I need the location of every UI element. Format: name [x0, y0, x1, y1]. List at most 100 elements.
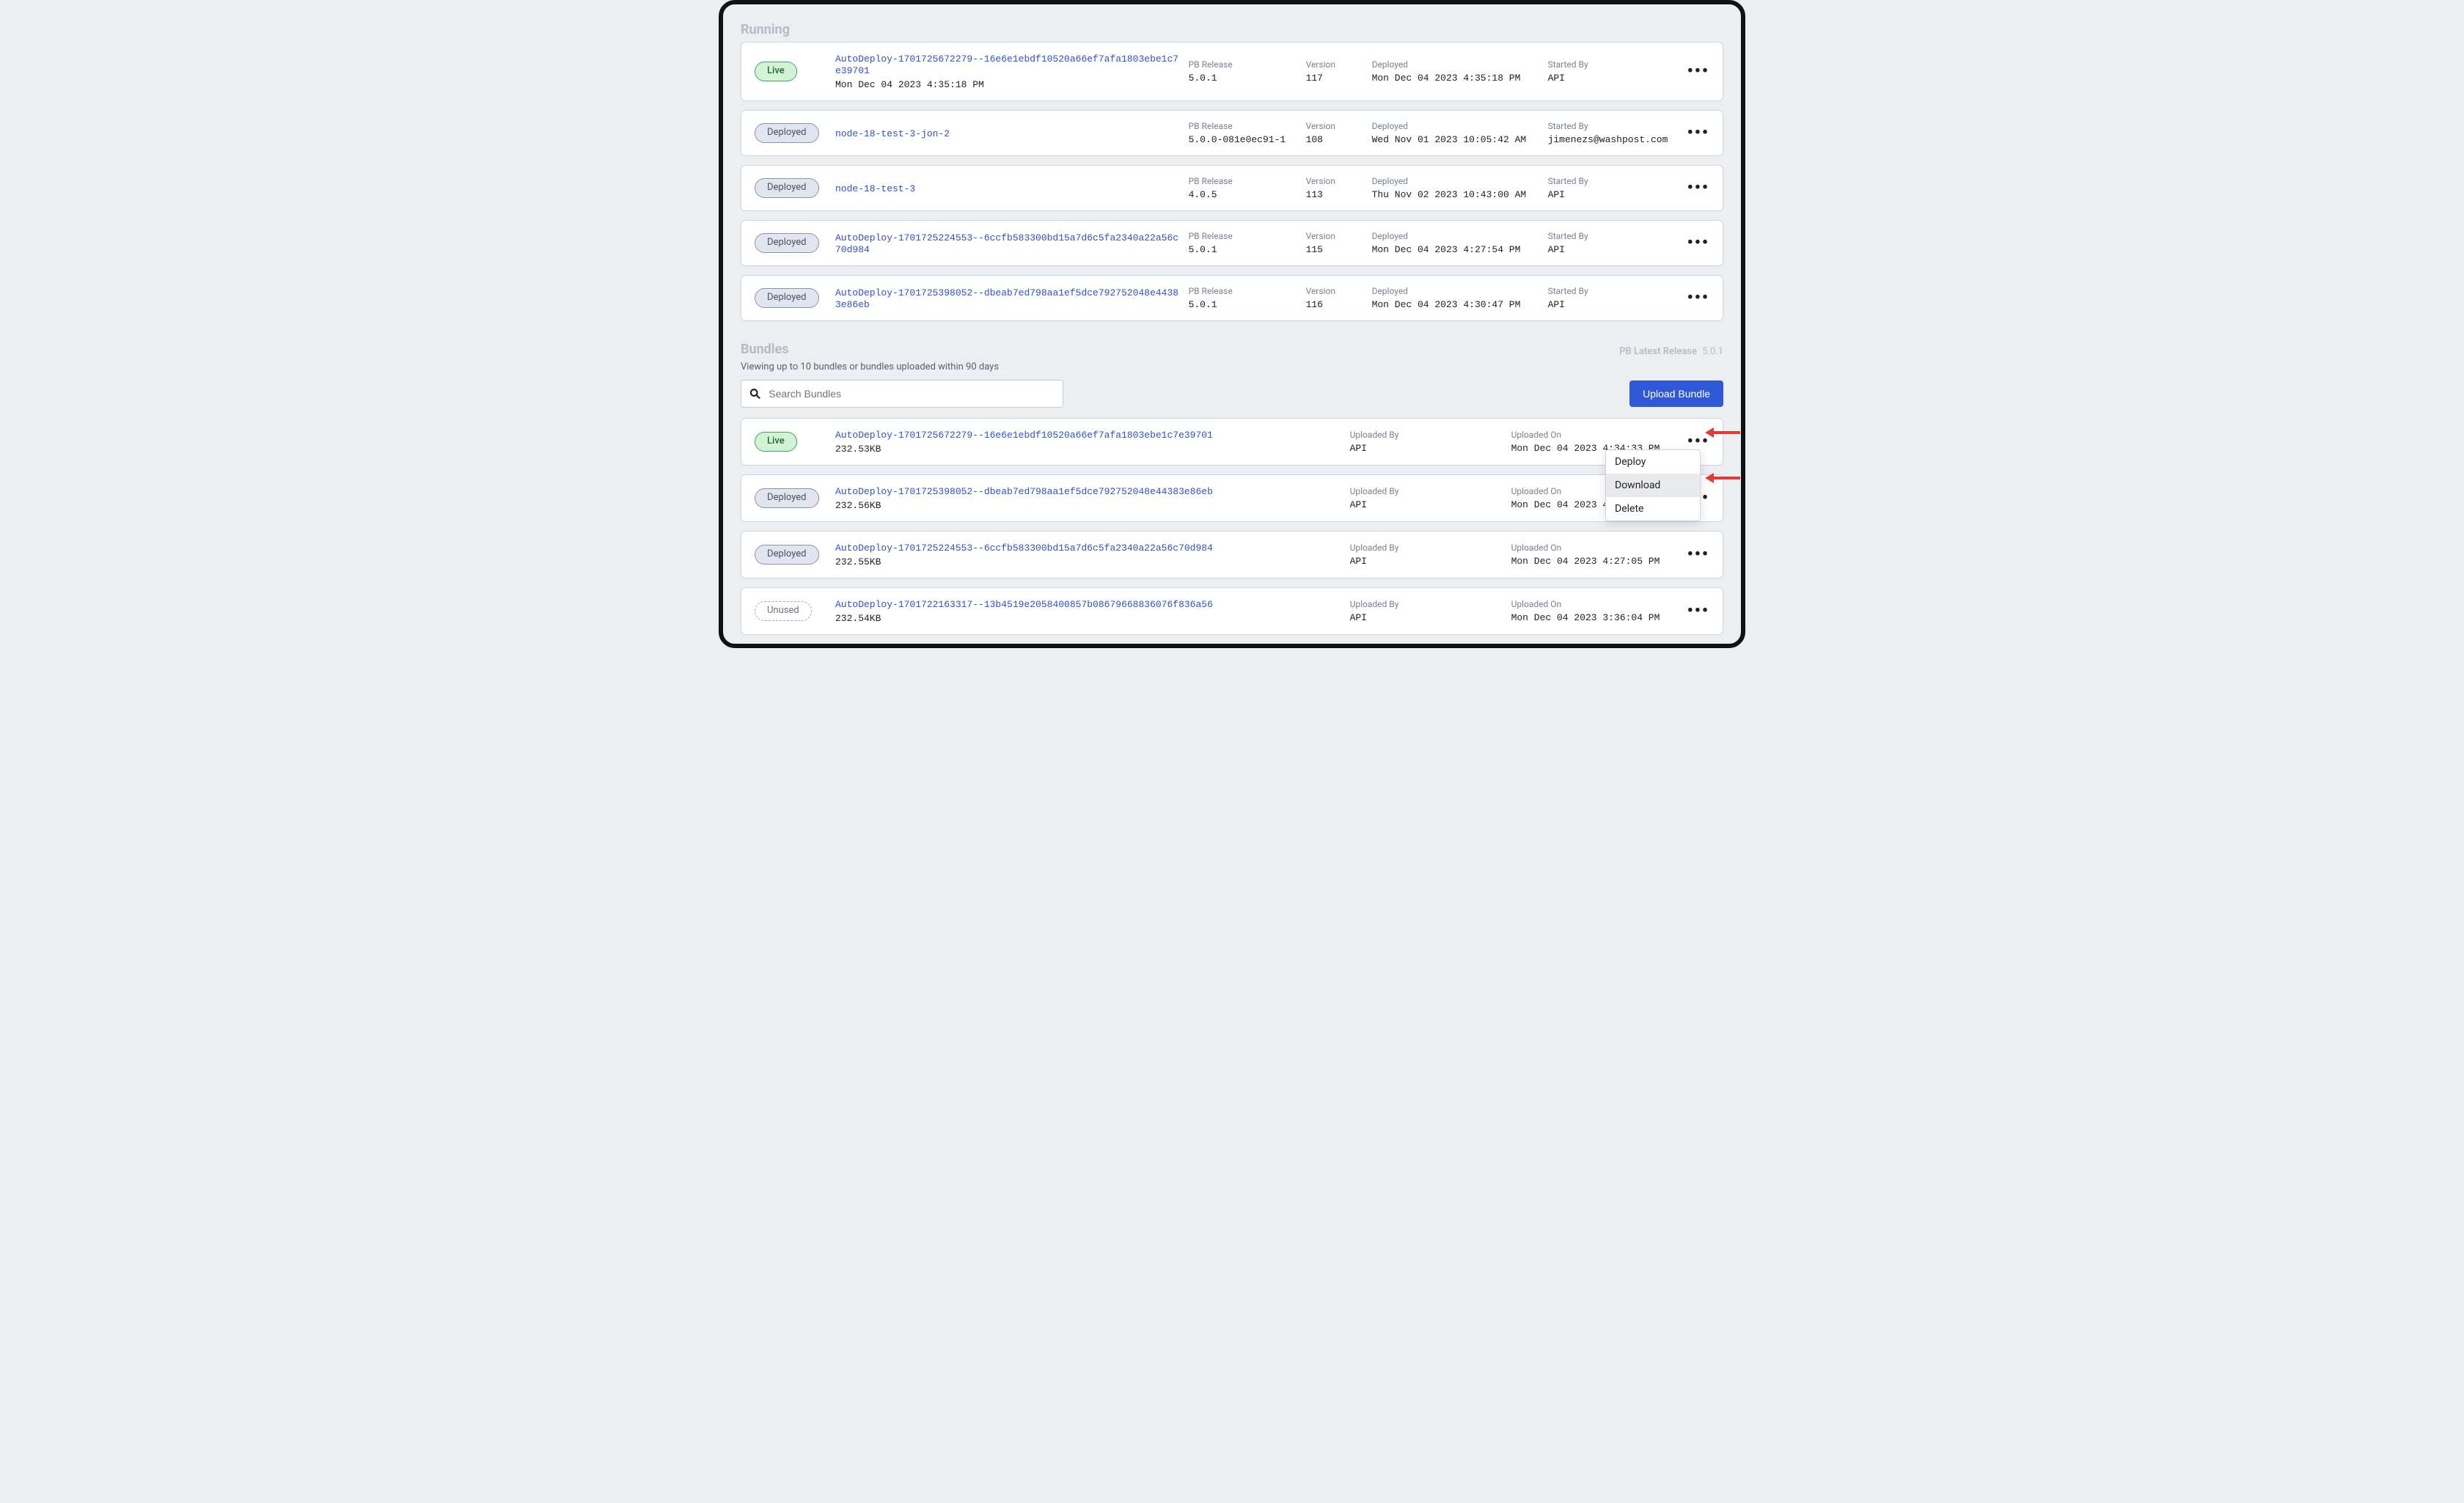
- annotation-arrow-icon: [1705, 426, 1740, 439]
- pb-latest-release: PB Latest Release 5.0.1: [1619, 346, 1723, 357]
- bundle-size: 232.54KB: [835, 613, 1341, 624]
- status-col: Deployed: [755, 123, 835, 143]
- uploaded-by-label: Uploaded By: [1350, 599, 1504, 609]
- deployment-date: Mon Dec 04 2023 4:35:18 PM: [835, 79, 1180, 90]
- running-title: Running: [741, 22, 790, 37]
- uploaded-on-label: Uploaded On: [1511, 543, 1680, 553]
- bundle-name-link[interactable]: AutoDeploy-1701725224553--6ccfb583300bd1…: [835, 543, 1213, 554]
- version-value: 108: [1306, 134, 1365, 145]
- status-badge: Deployed: [755, 288, 819, 308]
- menu-deploy[interactable]: Deploy: [1606, 450, 1700, 474]
- row-actions-icon[interactable]: •••: [1687, 185, 1709, 192]
- uploaded-by-col: Uploaded ByAPI: [1350, 543, 1511, 567]
- pb-release-label: PB Release: [1189, 286, 1299, 296]
- menu-download[interactable]: Download: [1606, 474, 1700, 497]
- status-col: Deployed: [755, 288, 835, 308]
- name-col: AutoDeploy-1701725224553--6ccfb583300bd1…: [835, 542, 1350, 567]
- status-badge: Deployed: [755, 233, 819, 253]
- pb-release-label: PB Release: [1189, 121, 1299, 131]
- version-col: Version 116: [1306, 286, 1372, 310]
- bundle-size: 232.56KB: [835, 500, 1341, 511]
- deployed-value: Thu Nov 02 2023 10:43:00 AM: [1372, 189, 1541, 200]
- pb-release-label: PB Release: [1189, 59, 1299, 70]
- pb-release-value: 5.0.1: [1189, 299, 1299, 310]
- version-value: 117: [1306, 73, 1365, 84]
- deployment-name-link[interactable]: node-18-test-3: [835, 183, 915, 194]
- started-by-label: Started By: [1548, 59, 1680, 70]
- version-col: Version 117: [1306, 59, 1372, 84]
- uploaded-on-value: Mon Dec 04 2023 4:27:05 PM: [1511, 556, 1680, 567]
- version-label: Version: [1306, 59, 1365, 70]
- started-by-label: Started By: [1548, 121, 1680, 131]
- bundles-toolbar: Upload Bundle: [741, 380, 1723, 408]
- name-col: AutoDeploy-1701725672279--16e6e1ebdf1052…: [835, 53, 1189, 90]
- bundle-row: DeployedAutoDeploy-1701725224553--6ccfb5…: [741, 531, 1723, 578]
- pb-latest-value: 5.0.1: [1702, 346, 1723, 357]
- row-actions-icon[interactable]: •••: [1687, 240, 1709, 247]
- deployed-col: DeployedWed Nov 01 2023 10:05:42 AM: [1372, 121, 1548, 145]
- version-label: Version: [1306, 176, 1365, 186]
- row-actions-icon[interactable]: •••: [1687, 68, 1709, 76]
- started-by-value: jimenezs@washpost.com: [1548, 134, 1680, 145]
- status-badge: Deployed: [755, 123, 819, 143]
- uploaded-on-label: Uploaded On: [1511, 430, 1680, 440]
- name-col: AutoDeploy-1701725398052--dbeab7ed798aa1…: [835, 485, 1350, 511]
- running-row: Deployed AutoDeploy-1701725224553--6ccfb5…: [741, 220, 1723, 266]
- name-col: node-18-test-3: [835, 183, 1189, 194]
- pb-release-col: PB Release5.0.1: [1189, 231, 1306, 255]
- started-by-col: Started ByAPI: [1548, 59, 1687, 84]
- started-by-col: Started By API: [1548, 286, 1687, 310]
- status-col: Deployed: [755, 233, 835, 253]
- version-label: Version: [1306, 231, 1365, 241]
- version-col: Version113: [1306, 176, 1372, 200]
- uploaded-on-label: Uploaded On: [1511, 599, 1680, 609]
- row-actions-icon[interactable]: •••: [1687, 608, 1709, 615]
- row-actions-menu: DeployDownloadDelete: [1605, 449, 1701, 521]
- deployed-label: Deployed: [1372, 176, 1541, 186]
- status-col: Live: [755, 432, 835, 452]
- bundles-title: Bundles: [741, 342, 789, 357]
- running-section-header: Running: [741, 22, 1723, 37]
- name-col: AutoDeploy-1701725398052--dbeab7ed798aa1…: [835, 287, 1189, 310]
- deployment-name-link[interactable]: node-18-test-3-jon-2: [835, 128, 950, 139]
- bundle-row: Deployed AutoDeploy-1701725398052--dbeab7…: [741, 474, 1723, 522]
- status-badge: Deployed: [755, 488, 819, 508]
- deployed-value: Mon Dec 04 2023 4:27:54 PM: [1372, 244, 1541, 255]
- row-actions-icon[interactable]: •••: [1687, 551, 1709, 559]
- deployment-name-link[interactable]: AutoDeploy-1701725398052--dbeab7ed798aa1…: [835, 287, 1178, 310]
- started-by-label: Started By: [1548, 231, 1680, 241]
- name-col: AutoDeploy-1701725224553--6ccfb583300bd1…: [835, 232, 1189, 255]
- uploaded-by-col: Uploaded ByAPI: [1350, 430, 1511, 454]
- row-actions-icon[interactable]: •••: [1687, 295, 1709, 302]
- running-row: Deployednode-18-test-3-jon-2PB Release5.…: [741, 110, 1723, 156]
- bundle-name-link[interactable]: AutoDeploy-1701725672279--16e6e1ebdf1052…: [835, 430, 1213, 441]
- running-row: LiveAutoDeploy-1701725672279--16e6e1ebdf…: [741, 42, 1723, 101]
- deployed-label: Deployed: [1372, 59, 1541, 70]
- bundle-name-link[interactable]: AutoDeploy-1701722163317--13b4519e205840…: [835, 599, 1213, 610]
- uploaded-by-label: Uploaded By: [1350, 543, 1504, 553]
- deployed-value: Mon Dec 04 2023 4:35:18 PM: [1372, 73, 1541, 84]
- version-label: Version: [1306, 286, 1365, 296]
- pb-release-col: PB Release5.0.1: [1189, 59, 1306, 84]
- bundles-hint: Viewing up to 10 bundles or bundles uplo…: [741, 361, 1723, 372]
- bundle-name-link[interactable]: AutoDeploy-1701725398052--dbeab7ed798aa1…: [835, 486, 1213, 497]
- search-bundles-wrap[interactable]: [741, 380, 1063, 408]
- uploaded-by-value: API: [1350, 499, 1504, 510]
- menu-delete[interactable]: Delete: [1606, 497, 1700, 521]
- upload-bundle-button[interactable]: Upload Bundle: [1629, 381, 1723, 407]
- deployment-name-link[interactable]: AutoDeploy-1701725224553--6ccfb583300bd1…: [835, 232, 1178, 255]
- started-by-value: API: [1548, 299, 1680, 310]
- version-col: Version108: [1306, 121, 1372, 145]
- search-bundles-input[interactable]: [761, 382, 1063, 405]
- search-icon: [749, 387, 761, 400]
- started-by-label: Started By: [1548, 286, 1680, 296]
- version-value: 116: [1306, 299, 1365, 310]
- uploaded-by-value: API: [1350, 443, 1504, 454]
- row-actions-icon[interactable]: •••: [1687, 130, 1709, 137]
- started-by-col: Started By jimenezs@washpost.com: [1548, 121, 1687, 145]
- app-frame: Running LiveAutoDeploy-1701725672279--16…: [719, 0, 1745, 648]
- row-actions-icon[interactable]: •••: [1687, 438, 1709, 446]
- pb-release-col: PB Release 5.0.1: [1189, 286, 1306, 310]
- uploaded-by-value: API: [1350, 612, 1504, 623]
- deployment-name-link[interactable]: AutoDeploy-1701725672279--16e6e1ebdf1052…: [835, 54, 1178, 76]
